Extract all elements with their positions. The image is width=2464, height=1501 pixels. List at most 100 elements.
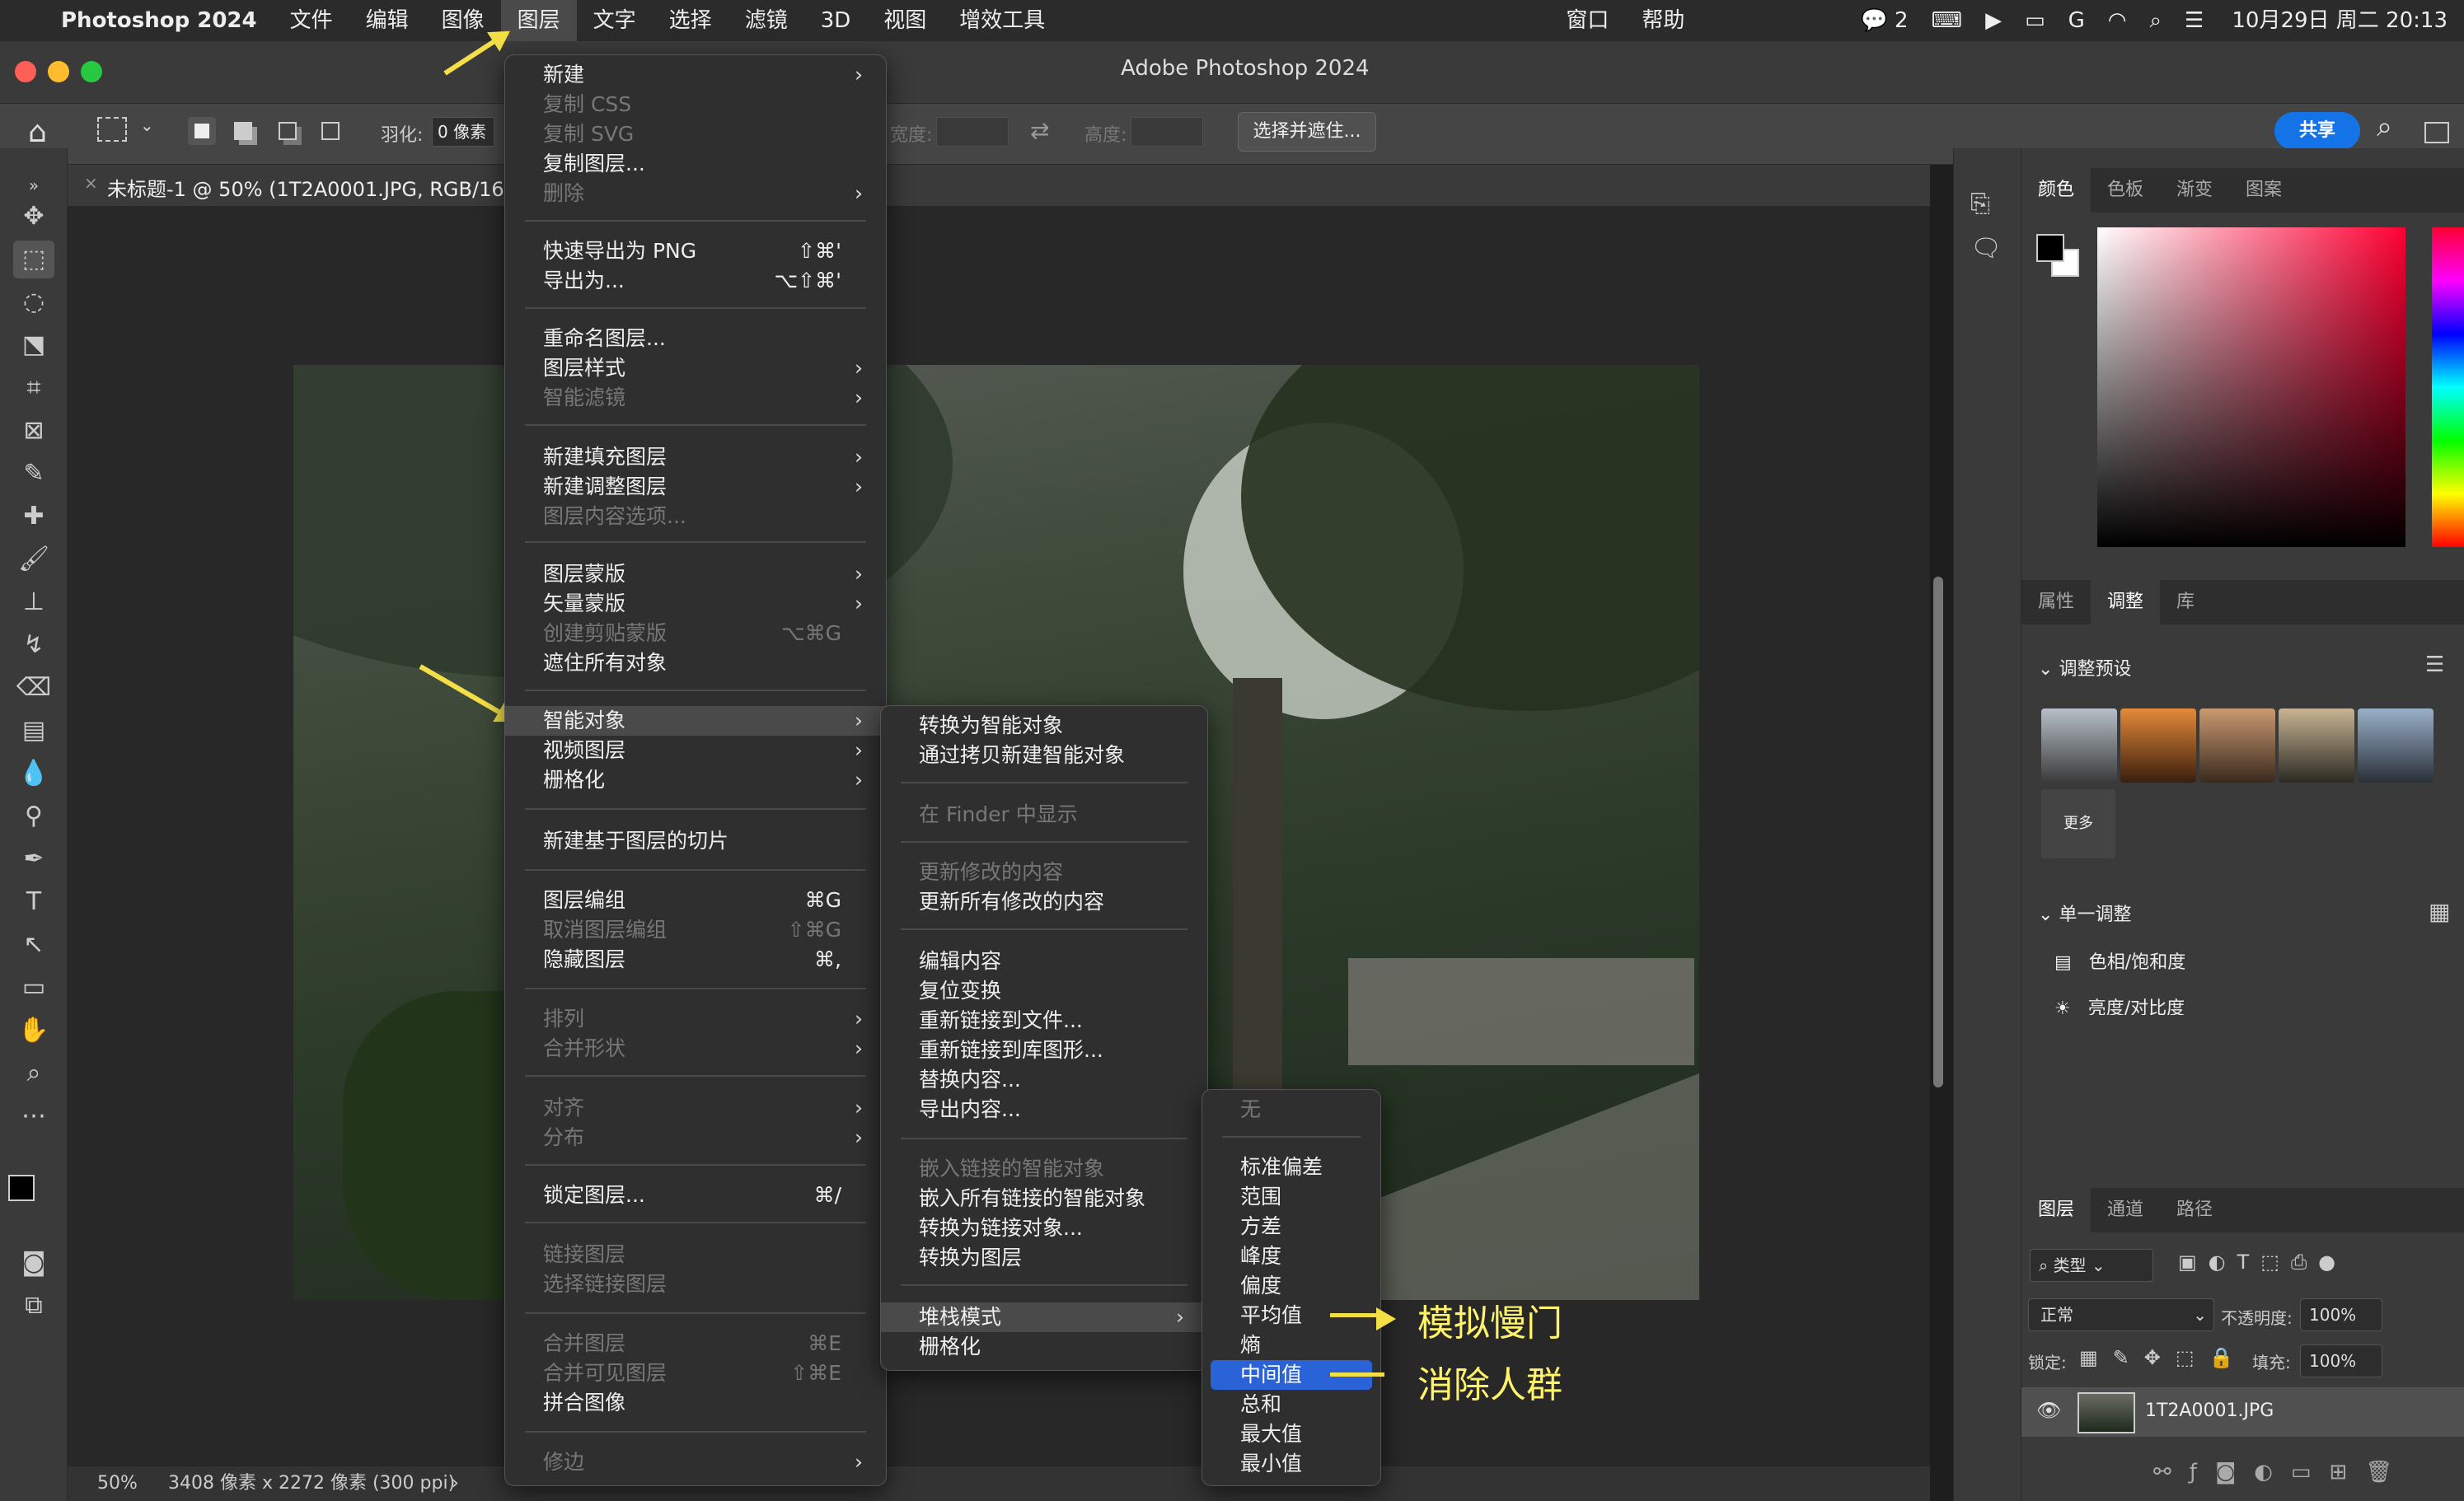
path-select-tool-icon[interactable]: ↖ — [13, 926, 54, 964]
blur-tool-icon[interactable]: 💧 — [13, 755, 54, 793]
menu-item[interactable]: 栅格化 › — [505, 765, 886, 795]
menu-item[interactable]: 复位变换 — [881, 976, 1207, 1006]
menu-item[interactable]: 重命名图层... — [505, 324, 886, 353]
minimize-button[interactable] — [48, 61, 69, 82]
menu-item[interactable]: 导出内容... — [881, 1095, 1207, 1125]
layer-footer-icons[interactable]: ⚯ƒ◙◐▭⊞🗑 — [2153, 1460, 2410, 1485]
clock[interactable]: 10月29日 周二 20:13 — [2215, 0, 2464, 41]
dodge-tool-icon[interactable]: ⚲ — [13, 797, 54, 835]
crop-tool-icon[interactable]: ⌗ — [13, 369, 54, 407]
home-icon[interactable]: ⌂ — [28, 115, 47, 149]
height-input[interactable] — [1131, 117, 1203, 147]
menu-item[interactable]: 文件 — [274, 0, 349, 41]
preset-thumb[interactable] — [2279, 708, 2354, 783]
menu-item[interactable]: 拼合图像 — [505, 1388, 886, 1418]
vertical-scrollbar[interactable] — [1933, 577, 1943, 1087]
menu-item[interactable]: 重新链接到库图形... — [881, 1036, 1207, 1065]
tab-properties[interactable]: 属性 — [2021, 580, 2091, 624]
tab-color[interactable]: 颜色 — [2021, 168, 2092, 213]
kind-filter-select[interactable]: ⌕ 类型 ⌄ — [2030, 1249, 2153, 1282]
foreground-color-swatch[interactable] — [8, 1175, 35, 1201]
menu-item[interactable]: 快速导出为 PNG ⇧⌘' — [505, 236, 886, 266]
wifi-icon[interactable]: ◠ — [2096, 0, 2138, 41]
menu-item[interactable]: 标准偏差 — [1202, 1153, 1380, 1182]
close-button[interactable] — [15, 61, 36, 82]
menu-item[interactable]: 新建填充图层 › — [505, 442, 886, 472]
apple-icon[interactable] — [0, 0, 45, 41]
wechat-icon[interactable]: 💬 2 — [1849, 0, 1919, 41]
menu-item[interactable]: 转换为图层 — [881, 1243, 1207, 1273]
menu-item[interactable]: 编辑 — [349, 0, 425, 41]
tab-adjustments[interactable]: 调整 — [2091, 580, 2161, 624]
menu-item[interactable]: 堆栈模式 › — [881, 1302, 1207, 1332]
stamp-tool-icon[interactable]: ⊥ — [13, 583, 54, 621]
menu-item[interactable]: 3D — [804, 0, 868, 41]
brush-tool-icon[interactable]: 🖌 — [13, 540, 54, 578]
menu-item[interactable]: 增效工具 — [943, 0, 1061, 41]
swap-icon[interactable]: ⇄ — [1030, 117, 1049, 144]
menu-item[interactable]: 文字 — [577, 0, 653, 41]
menu-item[interactable]: 矢量蒙版 › — [505, 589, 886, 619]
zoom-level[interactable]: 50% — [97, 1466, 138, 1501]
menu-item[interactable]: 视图 — [867, 0, 943, 41]
history-brush-icon[interactable]: ↯ — [13, 626, 54, 664]
menu-item[interactable]: 图层样式 › — [505, 353, 886, 383]
menu-item[interactable]: 滤镜 — [728, 0, 804, 41]
menu-item[interactable]: 总和 — [1202, 1390, 1380, 1419]
tab-patterns[interactable]: 图案 — [2229, 168, 2298, 213]
zoom-tool-icon[interactable]: ⌕ — [13, 1054, 54, 1092]
menu-item[interactable]: 最小值 — [1202, 1449, 1380, 1479]
menu-item[interactable]: 图层蒙版 › — [505, 559, 886, 589]
menu-item[interactable]: 转换为链接对象... — [881, 1213, 1207, 1243]
single-adjust-header[interactable]: ⌄ 单一调整 — [2038, 900, 2131, 926]
eye-icon[interactable]: 👁 — [2036, 1399, 2061, 1422]
grammarly-icon[interactable]: G — [2057, 0, 2096, 41]
adjustment-presets-header[interactable]: ⌄ 调整预设 — [2038, 654, 2131, 680]
fill-input[interactable]: 100% — [2300, 1344, 2382, 1377]
add-selection-icon[interactable] — [234, 122, 252, 140]
menu-item[interactable]: 新建调整图层 › — [505, 472, 886, 502]
type-tool-icon[interactable]: T — [13, 883, 54, 921]
menu-item[interactable]: 图层编组 ⌘G — [505, 886, 886, 915]
pen-tool-icon[interactable]: ✒ — [13, 840, 54, 878]
menu-item[interactable]: 智能对象 › — [505, 706, 886, 736]
tab-paths[interactable]: 路径 — [2160, 1188, 2229, 1232]
intersect-selection-icon[interactable] — [321, 122, 340, 140]
menu-item[interactable]: 栅格化 — [881, 1332, 1207, 1362]
width-input[interactable] — [936, 117, 1009, 147]
preset-thumb[interactable] — [2199, 708, 2275, 783]
opacity-input[interactable]: 100% — [2300, 1298, 2382, 1331]
tab-gradients[interactable]: 渐变 — [2160, 168, 2229, 213]
grid-view-icon[interactable]: ▦ — [2429, 898, 2450, 925]
quick-mask-icon[interactable]: ◙ — [13, 1244, 54, 1282]
blend-mode-select[interactable]: 正常 ⌄ — [2028, 1298, 2214, 1331]
menu-item[interactable]: 新建基于图层的切片 — [505, 826, 886, 856]
chevron-down-icon[interactable]: ⌄ — [140, 115, 154, 135]
menu-item[interactable]: 替换内容... — [881, 1065, 1207, 1095]
brightness-contrast-item[interactable]: ☀ 亮度/对比度 — [2054, 994, 2185, 1015]
menu-item[interactable]: 导出为... ⌥⇧⌘' — [505, 266, 886, 296]
zoom-button[interactable] — [81, 61, 102, 82]
lock-icons[interactable]: ▦✎✥⬚🔒 — [2079, 1346, 2248, 1369]
frame-tool-icon[interactable]: ⊠ — [13, 412, 54, 450]
battery-icon[interactable]: ▭ — [2013, 0, 2057, 41]
menu-item[interactable]: 峰度 — [1202, 1241, 1380, 1271]
menu-item[interactable]: 遮住所有对象 — [505, 648, 886, 678]
healing-tool-icon[interactable]: ✚ — [13, 498, 54, 535]
menu-item[interactable]: 锁定图层... ⌘/ — [505, 1181, 886, 1210]
menu-item[interactable]: 通过拷贝新建智能对象 — [881, 741, 1207, 770]
preset-thumb[interactable] — [2120, 708, 2196, 783]
lasso-tool-icon[interactable]: ◌ — [13, 283, 54, 321]
object-select-tool-icon[interactable]: ⬔ — [13, 326, 54, 364]
menu-item[interactable]: 偏度 — [1202, 1271, 1380, 1301]
menu-item[interactable]: 编辑内容 — [881, 947, 1207, 976]
hand-tool-icon[interactable]: ✋ — [13, 1012, 54, 1050]
document-tab[interactable]: 未标题-1 @ 50% (1T2A0001.JPG, RGB/16* — [107, 173, 514, 202]
layer-row[interactable]: 👁 1T2A0001.JPG — [2021, 1387, 2464, 1437]
hue-saturation-item[interactable]: ▤ 色相/饱和度 — [2054, 947, 2185, 974]
play-icon[interactable]: ▶ — [1974, 0, 2013, 41]
subtract-selection-icon[interactable] — [279, 122, 297, 140]
menu-item[interactable]: 隐藏图层 ⌘, — [505, 945, 886, 975]
select-and-mask-button[interactable]: 选择并遮住... — [1238, 112, 1376, 152]
menu-item[interactable]: 最大值 — [1202, 1419, 1380, 1449]
